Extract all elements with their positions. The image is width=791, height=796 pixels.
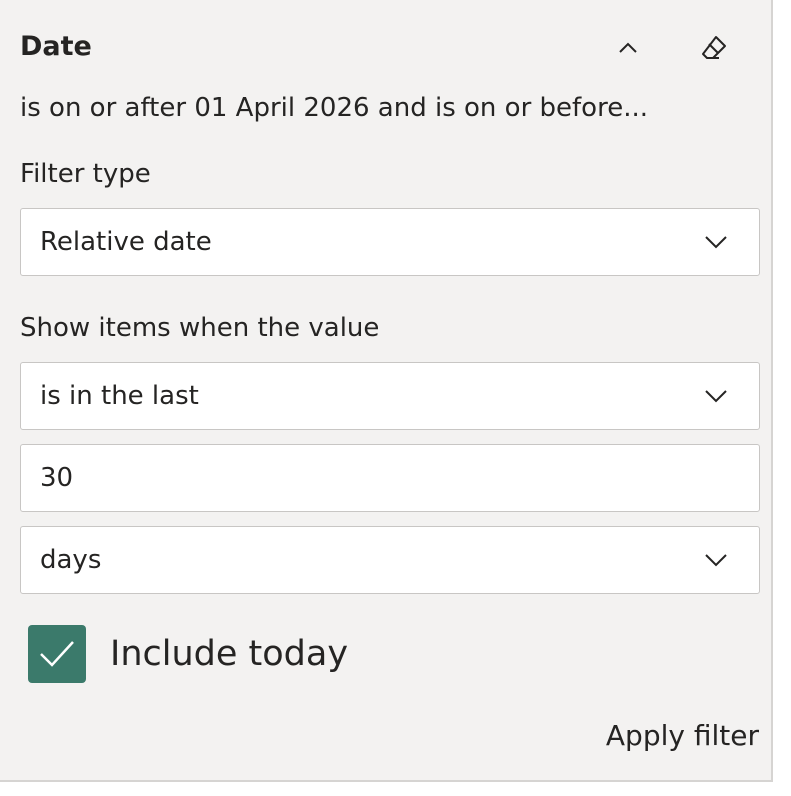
collapse-button[interactable] [608, 28, 648, 68]
include-today-checkbox[interactable] [28, 625, 86, 683]
filter-type-label: Filter type [20, 159, 151, 189]
filter-card-header: Date [20, 28, 760, 68]
chevron-down-icon [701, 231, 731, 253]
amount-value: 30 [40, 463, 74, 493]
filter-pane: Date is on or after 01 April 2026 and is… [0, 0, 773, 782]
show-items-label: Show items when the value [20, 313, 380, 343]
unit-dropdown[interactable]: days [20, 526, 760, 594]
filter-type-dropdown[interactable]: Relative date [20, 208, 760, 276]
operator-dropdown[interactable]: is in the last [20, 362, 760, 430]
operator-value: is in the last [40, 381, 199, 411]
chevron-down-icon [701, 385, 731, 407]
filter-card-title: Date [20, 31, 92, 62]
include-today-option[interactable]: Include today [28, 624, 348, 684]
filter-summary: is on or after 01 April 2026 and is on o… [20, 93, 648, 123]
checkmark-icon [40, 641, 74, 667]
filter-type-value: Relative date [40, 227, 212, 257]
amount-input[interactable]: 30 [20, 444, 760, 512]
apply-filter-button[interactable]: Apply filter [606, 716, 759, 756]
eraser-icon [702, 36, 726, 59]
clear-filter-button[interactable] [694, 28, 734, 68]
unit-value: days [40, 545, 102, 575]
chevron-down-icon [701, 549, 731, 571]
include-today-label: Include today [110, 634, 349, 674]
chevron-up-icon [619, 42, 637, 53]
